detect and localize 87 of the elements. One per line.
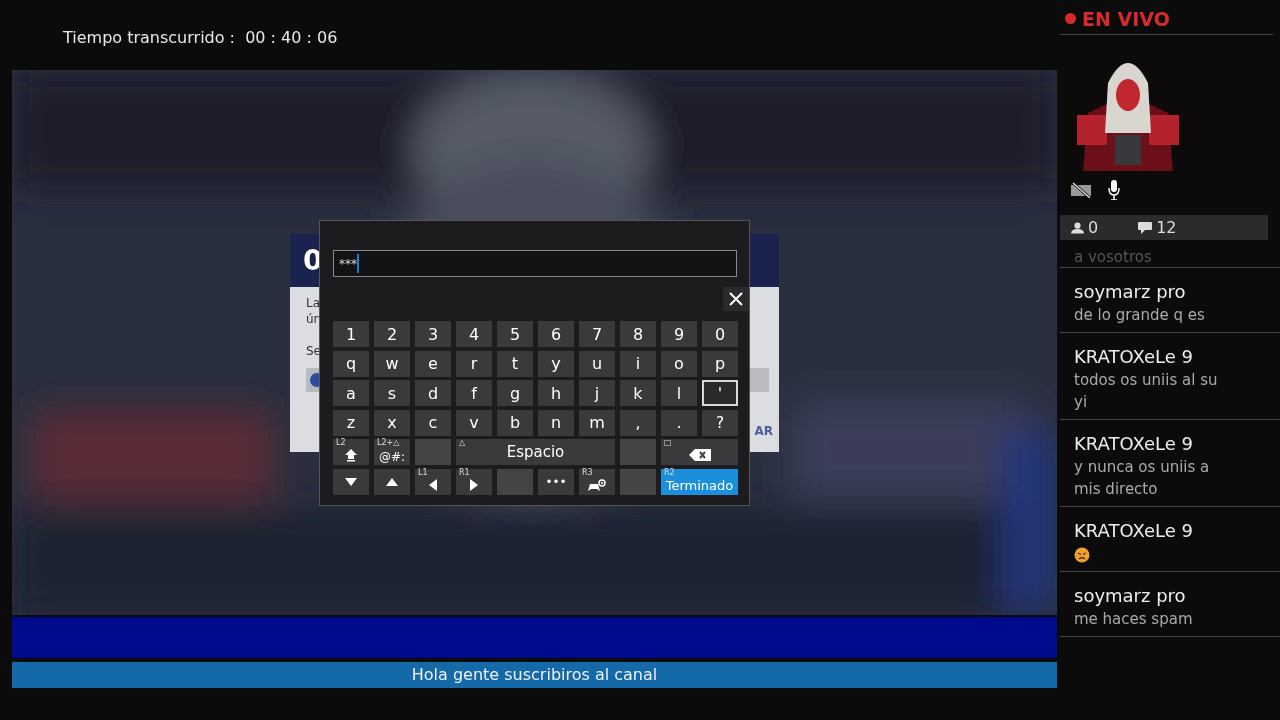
key[interactable]: m: [579, 409, 615, 436]
key[interactable]: 4: [456, 321, 492, 347]
person-icon: [1071, 221, 1084, 234]
angry-emoji-icon: [1074, 547, 1090, 563]
key[interactable]: ,: [620, 409, 656, 436]
key[interactable]: p: [702, 350, 738, 377]
microphone-icon: [1108, 180, 1120, 200]
elapsed-time: Tiempo transcurrido : 00 : 40 : 06: [63, 27, 338, 47]
down-key[interactable]: [333, 468, 369, 495]
key[interactable]: s: [374, 380, 410, 406]
key[interactable]: z: [333, 409, 369, 436]
comment-icon: [1138, 221, 1153, 234]
symbols-key[interactable]: L2+△ @#:: [374, 439, 410, 465]
camera-off-icon: [1070, 182, 1092, 198]
key[interactable]: t: [497, 350, 533, 377]
key[interactable]: h: [538, 380, 574, 406]
right-arrow-icon: [470, 478, 478, 491]
up-arrow-icon: [386, 477, 398, 486]
key[interactable]: e: [415, 350, 451, 377]
key[interactable]: 5: [497, 321, 533, 347]
shift-icon: [344, 448, 358, 462]
dialog-text: La: [306, 296, 321, 310]
key[interactable]: o: [661, 350, 697, 377]
chat-message: y nunca os uniis a mis directo: [1074, 457, 1211, 500]
key[interactable]: 3: [415, 321, 451, 347]
key[interactable]: w: [374, 350, 410, 377]
chat-username: soymarz pro: [1074, 584, 1187, 608]
key[interactable]: 1: [333, 321, 369, 347]
key[interactable]: i: [620, 350, 656, 377]
more-key[interactable]: •••: [538, 468, 574, 495]
blank-key[interactable]: [415, 439, 451, 465]
chat-message: a vosotros: [1074, 247, 1153, 267]
chat-username: KRATOXeLe 9: [1074, 345, 1195, 369]
key[interactable]: ?: [702, 409, 738, 436]
down-arrow-icon: [345, 477, 357, 486]
key[interactable]: d: [415, 380, 451, 406]
left-key[interactable]: L1: [415, 468, 451, 495]
key[interactable]: j: [579, 380, 615, 406]
key[interactable]: ': [702, 380, 738, 406]
key[interactable]: 9: [661, 321, 697, 347]
key[interactable]: r: [456, 350, 492, 377]
right-key[interactable]: R1: [456, 468, 492, 495]
blank-key[interactable]: [497, 468, 533, 495]
key[interactable]: l: [661, 380, 697, 406]
chat-message: todos os uniis al su yi: [1074, 370, 1219, 413]
key[interactable]: k: [620, 380, 656, 406]
key[interactable]: 8: [620, 321, 656, 347]
controller-icon: [587, 477, 607, 492]
chat-username: KRATOXeLe 9: [1074, 432, 1195, 456]
banner-text: Hola gente suscribiros al canal: [12, 662, 1057, 688]
chat-message: me haces spam: [1074, 609, 1194, 630]
key[interactable]: v: [456, 409, 492, 436]
key[interactable]: 2: [374, 321, 410, 347]
key[interactable]: y: [538, 350, 574, 377]
key[interactable]: 7: [579, 321, 615, 347]
key[interactable]: c: [415, 409, 451, 436]
key[interactable]: x: [374, 409, 410, 436]
close-button[interactable]: [723, 287, 749, 311]
blank-key[interactable]: [620, 468, 656, 495]
blank-key[interactable]: [620, 439, 656, 465]
chat-message: de lo grande q es: [1074, 305, 1206, 326]
viewer-count: 0: [1088, 218, 1099, 237]
controller-key[interactable]: R3: [579, 468, 615, 495]
dialog-button[interactable]: AR: [754, 424, 773, 438]
close-icon: [729, 292, 743, 306]
key[interactable]: a: [333, 380, 369, 406]
backspace-key[interactable]: □: [661, 439, 738, 465]
backspace-icon: [688, 449, 711, 461]
key[interactable]: .: [661, 409, 697, 436]
text-input[interactable]: ***: [333, 250, 737, 277]
key[interactable]: 0: [702, 321, 738, 347]
key[interactable]: q: [333, 350, 369, 377]
shift-key[interactable]: L2: [333, 439, 369, 465]
comment-count: 12: [1156, 218, 1177, 237]
key[interactable]: g: [497, 380, 533, 406]
up-key[interactable]: [374, 468, 410, 495]
chat-username: soymarz pro: [1074, 280, 1187, 304]
live-label: EN VIVO: [1082, 7, 1170, 30]
space-key[interactable]: △ Espacio: [456, 439, 615, 465]
left-arrow-icon: [429, 478, 437, 491]
live-dot-icon: [1065, 13, 1076, 24]
key[interactable]: u: [579, 350, 615, 377]
chat-username: KRATOXeLe 9: [1074, 519, 1195, 543]
key[interactable]: 6: [538, 321, 574, 347]
key[interactable]: f: [456, 380, 492, 406]
key[interactable]: b: [497, 409, 533, 436]
key[interactable]: n: [538, 409, 574, 436]
